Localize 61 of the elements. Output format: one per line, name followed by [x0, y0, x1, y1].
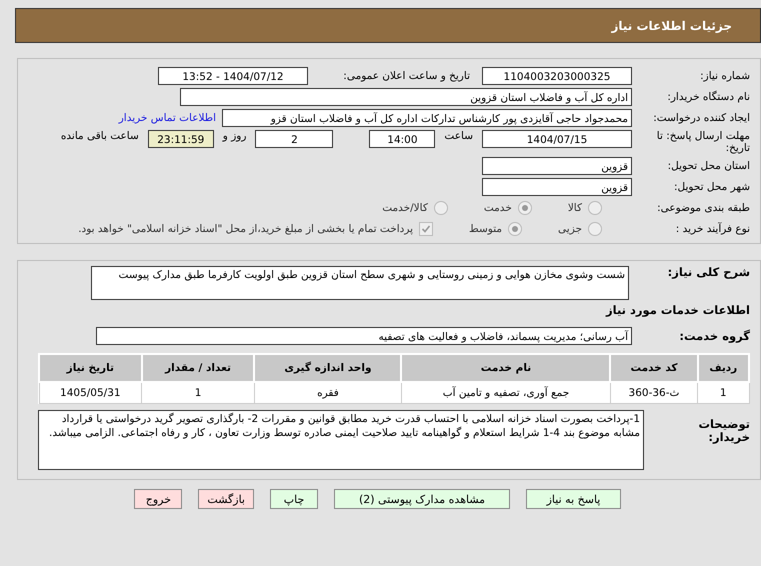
radio-button[interactable] — [508, 222, 522, 236]
creator-field[interactable]: محمدجواد حاجی آقایزدی پور کارشناس تدارکات اداره کل آب و فاضلاب استان قزو — [222, 109, 632, 127]
column-header: واحد اندازه گیری — [254, 354, 402, 382]
radio-label: کالا — [568, 202, 582, 214]
service-group-field[interactable]: آب رسانی؛ مدیریت پسماند، فاضلاب و فعالیت های تصفیه — [96, 327, 632, 346]
radio-button[interactable] — [588, 222, 602, 236]
deadline-time-field[interactable]: 14:00 — [369, 130, 436, 148]
radio-button[interactable] — [434, 201, 448, 216]
radio-label: جزیی — [558, 223, 582, 236]
table-cell: ث-36-360 — [610, 382, 698, 404]
column-header: تاریخ نیاز — [39, 354, 142, 382]
radio-label: کالا/خدمت — [382, 202, 428, 214]
field-label: استان محل تحویل: — [666, 160, 750, 172]
field-label: مهلت ارسال پاسخ: تا تاریخ: — [656, 130, 750, 154]
city-field[interactable]: قزوین — [482, 178, 632, 196]
need-number-field[interactable]: 1104003203000325 — [482, 67, 632, 85]
action-button[interactable]: مشاهده مدارک پیوستی (2) — [334, 489, 510, 510]
field-label: ساعت باقی مانده — [60, 130, 140, 142]
column-header: نام خدمت — [401, 354, 610, 382]
field-label: نوع فرآیند خرید : — [674, 223, 750, 236]
field-label: ایجاد کننده درخواست: — [652, 112, 750, 124]
field-label: ساعت — [443, 130, 474, 142]
action-button[interactable]: بازگشت — [198, 489, 254, 510]
deadline-date-field[interactable]: 1404/07/15 — [482, 130, 632, 148]
announce-date-field[interactable]: 1404/07/12 - 13:52 — [158, 67, 308, 85]
table-cell: 1 — [698, 382, 749, 404]
buyer-org-field[interactable]: اداره کل آب و فاضلاب استان قزوین — [180, 88, 632, 106]
days-field[interactable]: 2 — [255, 130, 334, 148]
table-cell: جمع آوری، تصفیه و تامین آب — [401, 382, 610, 404]
check-icon — [421, 224, 432, 234]
table-cell: فقره — [254, 382, 402, 404]
checkbox[interactable] — [419, 222, 434, 236]
province-field[interactable]: قزوین — [482, 157, 632, 176]
contact-link[interactable]: اطلاعات تماس خریدار — [118, 112, 216, 124]
column-header: کد خدمت — [610, 354, 698, 382]
radio-button[interactable] — [588, 201, 602, 216]
buyer-notes-textarea[interactable]: 1-پرداخت بصورت اسناد خزانه اسلامی با احتساب قدرت خرید مطابق قوانین و مقررات 2- بارگذاری تصویر گرید درخواستی یا قرارداد مشابه موضوع بند 4-1 شرایط استعلام و گواهینامه تایید صلاحیت ایمنی صادره توسط وزارت تعاون ، کار و رفاه اجتماعی. الزامی میباشد. — [38, 410, 644, 470]
field-label: توضیحات خریدار: — [698, 418, 750, 445]
section-title: اطلاعات خدمات مورد نیاز — [604, 303, 750, 318]
header-title: جزئیات اطلاعات نیاز — [611, 18, 732, 32]
column-header: تعداد / مقدار — [142, 354, 254, 382]
table-cell: 1 — [142, 382, 254, 404]
field-label: شهر محل تحویل: — [673, 181, 750, 194]
field-label: شماره نیاز: — [699, 70, 750, 82]
action-button[interactable]: خروج — [134, 489, 182, 510]
checkbox-label: پرداخت تمام یا بخشی از مبلغ خرید،از محل "اسناد خزانه اسلامی" خواهد بود. — [78, 223, 414, 236]
column-header: ردیف — [698, 354, 749, 382]
countdown-field: 23:11:59 — [148, 130, 214, 148]
description-textarea[interactable]: شست وشوی مخازن هوایی و زمینی روستایی و شهری سطح استان قزوین طبق اولویت کارفرما طبق مدارک پیوست — [91, 266, 629, 300]
action-button[interactable]: چاپ — [270, 489, 318, 510]
action-button[interactable]: پاسخ به نیاز — [526, 489, 621, 510]
field-label: گروه خدمت: — [678, 330, 750, 343]
field-label: روز و — [221, 130, 248, 142]
radio-button[interactable] — [518, 201, 532, 216]
table-cell: 1405/05/31 — [39, 382, 142, 404]
field-label: شرح کلی نیاز: — [666, 266, 750, 280]
field-label: نام دستگاه خریدار: — [666, 90, 750, 104]
field-label: تاریخ و ساعت اعلان عمومی: — [342, 70, 471, 82]
radio-label: متوسط — [469, 223, 502, 236]
radio-label: خدمت — [484, 202, 512, 214]
field-label: طبقه بندی موضوعی: — [656, 202, 750, 214]
